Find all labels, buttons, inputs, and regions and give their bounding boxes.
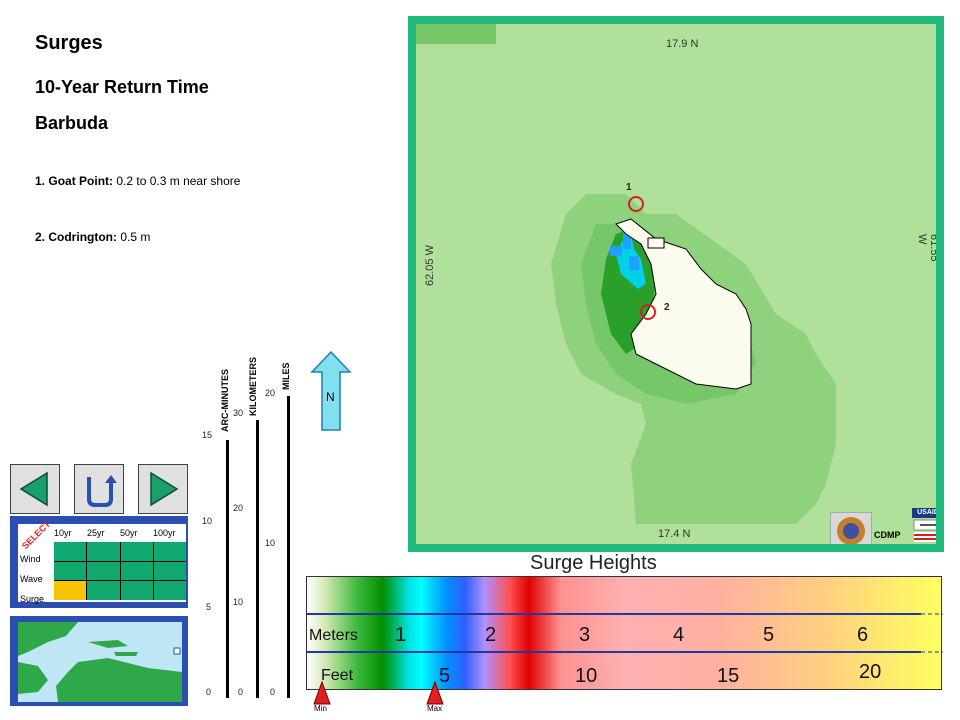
- col-100yr: 100yr: [153, 528, 176, 538]
- marker-goat-point[interactable]: [628, 196, 644, 212]
- lat-bottom: 17.4 N: [658, 528, 691, 540]
- locator-land: [18, 622, 182, 702]
- surge-height-legend: Meters Feet 1 2 3 4 5 6 5 10 15 20: [306, 576, 943, 690]
- selector-cell-wave-100yr[interactable]: [153, 561, 186, 581]
- max-label: Max: [427, 704, 443, 713]
- selector-cell-surge-100yr[interactable]: [153, 581, 186, 600]
- row-surge: Surge: [20, 594, 45, 604]
- map-canvas: 17.9 N 17.4 N 62.05 W 61.55 W 1 2 CDMP U…: [416, 24, 936, 544]
- min-label: Min: [314, 704, 327, 713]
- row-wind: Wind: [20, 554, 41, 564]
- back-button[interactable]: [10, 464, 60, 514]
- forward-button[interactable]: [138, 464, 188, 514]
- col-25yr: 25yr: [87, 528, 105, 538]
- lat-top: 17.9 N: [666, 38, 699, 50]
- lon-right: 61.55 W: [916, 234, 936, 262]
- selector-cell-surge-10yr[interactable]: [54, 581, 87, 600]
- selector-cell-surge-50yr[interactable]: [120, 581, 153, 600]
- selector-cells: [54, 542, 186, 600]
- selector-cell-surge-25yr[interactable]: [87, 581, 120, 600]
- col-50yr: 50yr: [120, 528, 138, 538]
- marker-label-2: 2: [664, 302, 670, 313]
- meter-2: 2: [485, 624, 497, 646]
- min-marker[interactable]: Min: [312, 680, 332, 716]
- feet-10: 10: [575, 665, 598, 687]
- note-codrington: 2. Codrington: 0.5 m: [35, 230, 151, 244]
- col-10yr: 10yr: [54, 528, 72, 538]
- meter-1: 1: [395, 624, 407, 646]
- usaid-logo: USAID: [912, 508, 936, 544]
- meter-4: 4: [673, 624, 685, 646]
- row-wave: Wave: [20, 574, 43, 584]
- map-terrain: [416, 24, 836, 524]
- forward-arrow-icon: [150, 471, 179, 507]
- back-arrow-icon: [19, 471, 48, 507]
- feet-20: 20: [859, 661, 882, 683]
- cdmp-label: CDMP: [874, 530, 901, 540]
- return-icon: [87, 475, 117, 507]
- selector-cell-wind-100yr[interactable]: [153, 542, 186, 561]
- meter-3: 3: [579, 624, 591, 646]
- selector-cell-wind-50yr[interactable]: [120, 542, 153, 561]
- selector-cell-wind-10yr[interactable]: [54, 542, 87, 561]
- meter-6: 6: [857, 624, 869, 646]
- meters-label: Meters: [309, 627, 358, 644]
- caribbean-locator-map[interactable]: [10, 616, 188, 706]
- meter-5: 5: [763, 624, 775, 646]
- north-arrow-icon: N: [310, 350, 352, 432]
- marker-label-1: 1: [626, 182, 632, 193]
- surge-map: 17.9 N 17.4 N 62.05 W 61.55 W 1 2 CDMP U…: [408, 16, 944, 552]
- selector-cell-wave-25yr[interactable]: [87, 561, 120, 581]
- north-label: N: [326, 390, 335, 404]
- location-label: Barbuda: [35, 113, 109, 133]
- return-button[interactable]: [74, 464, 124, 514]
- locator-canvas: [18, 622, 182, 702]
- selector-grid: SELECT 10yr 25yr 50yr 100yr Wind Wave Su…: [18, 519, 186, 604]
- oas-logo: [830, 512, 872, 544]
- marker-codrington[interactable]: [640, 304, 656, 320]
- select-label: SELECT: [20, 518, 53, 552]
- max-marker[interactable]: Max: [425, 680, 447, 716]
- selector-cell-wind-25yr[interactable]: [87, 542, 120, 561]
- selector-panel: SELECT 10yr 25yr 50yr 100yr Wind Wave Su…: [10, 516, 188, 608]
- feet-15: 15: [717, 665, 740, 687]
- selector-columns: 10yr 25yr 50yr 100yr: [54, 528, 186, 538]
- lon-left: 62.05 W: [424, 245, 436, 286]
- page-title: Surges: [35, 32, 103, 54]
- selector-cell-wave-50yr[interactable]: [120, 561, 153, 581]
- return-time-label: 10-Year Return Time: [35, 77, 209, 97]
- legend-title: Surge Heights: [530, 552, 657, 574]
- note-goat-point: 1. Goat Point: 0.2 to 0.3 m near shore: [35, 174, 241, 188]
- selector-cell-wave-10yr[interactable]: [54, 561, 87, 581]
